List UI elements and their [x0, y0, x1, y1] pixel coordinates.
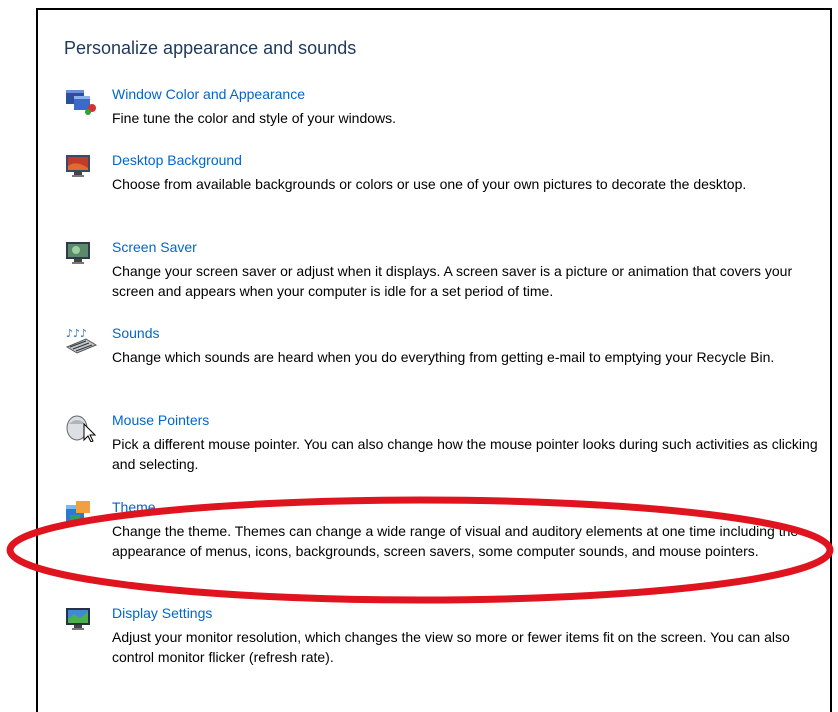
theme-description: Change the theme. Themes can change a wi… [112, 523, 799, 559]
window-color-link[interactable]: Window Color and Appearance [112, 86, 305, 102]
svg-text:♪♪♪: ♪♪♪ [66, 327, 87, 340]
page-title: Personalize appearance and sounds [64, 38, 357, 58]
window-color-description: Fine tune the color and style of your wi… [112, 110, 397, 126]
display-settings-description: Adjust your monitor resolution, which ch… [112, 629, 790, 665]
theme-icon [66, 501, 90, 523]
theme-link[interactable]: Theme [112, 499, 156, 515]
display-settings-icon [66, 608, 90, 630]
sounds-description: Change which sounds are heard when you d… [112, 349, 775, 365]
mouse-pointer-icon [66, 415, 97, 442]
desktop-background-link[interactable]: Desktop Background [112, 152, 242, 168]
sounds-link[interactable]: Sounds [112, 325, 159, 341]
desktop-background-description: Choose from available backgrounds or col… [112, 176, 747, 192]
screen-saver-icon [66, 242, 90, 264]
screen-saver-description: Change your screen saver or adjust when … [112, 263, 793, 299]
mouse-pointers-link[interactable]: Mouse Pointers [112, 412, 209, 428]
mouse-pointers-description: Pick a different mouse pointer. You can … [112, 436, 818, 472]
window-color-icon [66, 90, 96, 115]
desktop-background-icon [66, 155, 90, 177]
sounds-icon: ♪♪♪ [65, 327, 98, 354]
screen-saver-link[interactable]: Screen Saver [112, 239, 197, 255]
display-settings-link[interactable]: Display Settings [112, 605, 212, 621]
